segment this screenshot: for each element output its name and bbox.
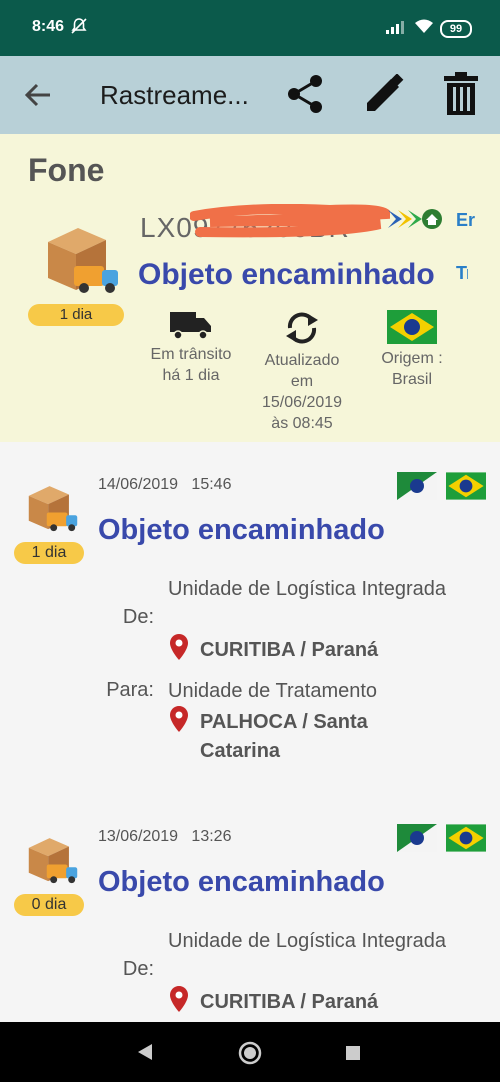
correios-flag-icon (397, 472, 437, 500)
status-text: Objeto encaminhado (98, 866, 385, 898)
brazil-flag-icon (387, 310, 437, 344)
status-text: Objeto encaminhado (138, 258, 435, 291)
page-title: Rastreame... (100, 80, 249, 110)
event-datetime: 13/06/2019 13:26 (98, 828, 231, 846)
event-date: 13/06/2019 (98, 828, 179, 845)
origin-city: CURITIBA / Paraná (200, 639, 379, 661)
updated-label: Atualizado em 15/06/2019 às 08:45 (261, 352, 343, 432)
edit-icon[interactable] (364, 74, 404, 114)
status-text: Objeto encaminhado (98, 514, 385, 546)
brazil-flag-icon (446, 824, 486, 852)
destination-city: PALHOCA / Santa Catarina (200, 711, 368, 762)
share-icon[interactable] (286, 74, 324, 114)
transit-info: Em trânsito há 1 dia (142, 310, 240, 386)
package-summary[interactable]: Fone 1 dia LX09776203BR Objeto encaminha… (0, 134, 500, 442)
clock: 8:46 (32, 18, 65, 35)
package-name: Fone (28, 152, 105, 188)
package-truck-icon (28, 486, 78, 532)
days-badge: 0 dia (14, 894, 84, 916)
wifi-icon (415, 19, 433, 33)
refresh-icon[interactable] (282, 310, 322, 346)
origin-info: Origem : Brasil (370, 310, 454, 390)
package-truck-icon (28, 838, 78, 884)
tracking-event[interactable]: 1 dia 14/06/2019 15:46 Objeto encaminhad… (0, 460, 500, 790)
signal-icon (386, 21, 404, 34)
origin-unit: Unidade de Logística Integrada (168, 578, 446, 600)
redaction-scribble (190, 204, 390, 238)
event-date: 14/06/2019 (98, 476, 179, 493)
days-badge: 1 dia (14, 542, 84, 564)
correios-logo-icon (388, 209, 442, 229)
nav-home-icon[interactable] (238, 1041, 262, 1065)
truncated-text: Er (456, 210, 476, 230)
from-label: De: (122, 958, 154, 980)
truncated-text-2: Tr (456, 263, 468, 283)
updated-info[interactable]: Atualizado em 15/06/2019 às 08:45 (252, 310, 352, 434)
destination-unit: Unidade de Tratamento (168, 680, 378, 702)
system-nav-bar (0, 1022, 500, 1082)
event-datetime: 14/06/2019 15:46 (98, 476, 231, 494)
tracking-event[interactable]: 0 dia 13/06/2019 13:26 Objeto encaminhad… (0, 812, 500, 1022)
app-bar: Rastreame... (0, 56, 500, 134)
notifications-off-icon (71, 18, 87, 34)
correios-flag-icon (397, 824, 437, 852)
nav-recents-icon[interactable] (345, 1045, 361, 1061)
origin-label: Origem : Brasil (381, 350, 443, 388)
battery-indicator: 99 (440, 20, 472, 38)
origin-unit: Unidade de Logística Integrada (168, 930, 446, 952)
event-time: 13:26 (191, 828, 232, 845)
nav-back-icon[interactable] (136, 1042, 154, 1062)
brazil-flag-icon (446, 472, 486, 500)
status-bar: 8:46 99 (0, 0, 500, 56)
transit-label: Em trânsito há 1 dia (150, 346, 232, 384)
to-label: Para: (106, 679, 154, 701)
event-time: 15:46 (191, 476, 232, 493)
truck-icon (170, 312, 211, 340)
package-truck-icon (48, 228, 118, 293)
from-label: De: (122, 606, 154, 628)
delete-icon[interactable] (444, 72, 478, 116)
back-arrow-icon[interactable] (24, 82, 52, 108)
days-badge: 1 dia (28, 304, 124, 326)
origin-city: CURITIBA / Paraná (200, 991, 379, 1013)
